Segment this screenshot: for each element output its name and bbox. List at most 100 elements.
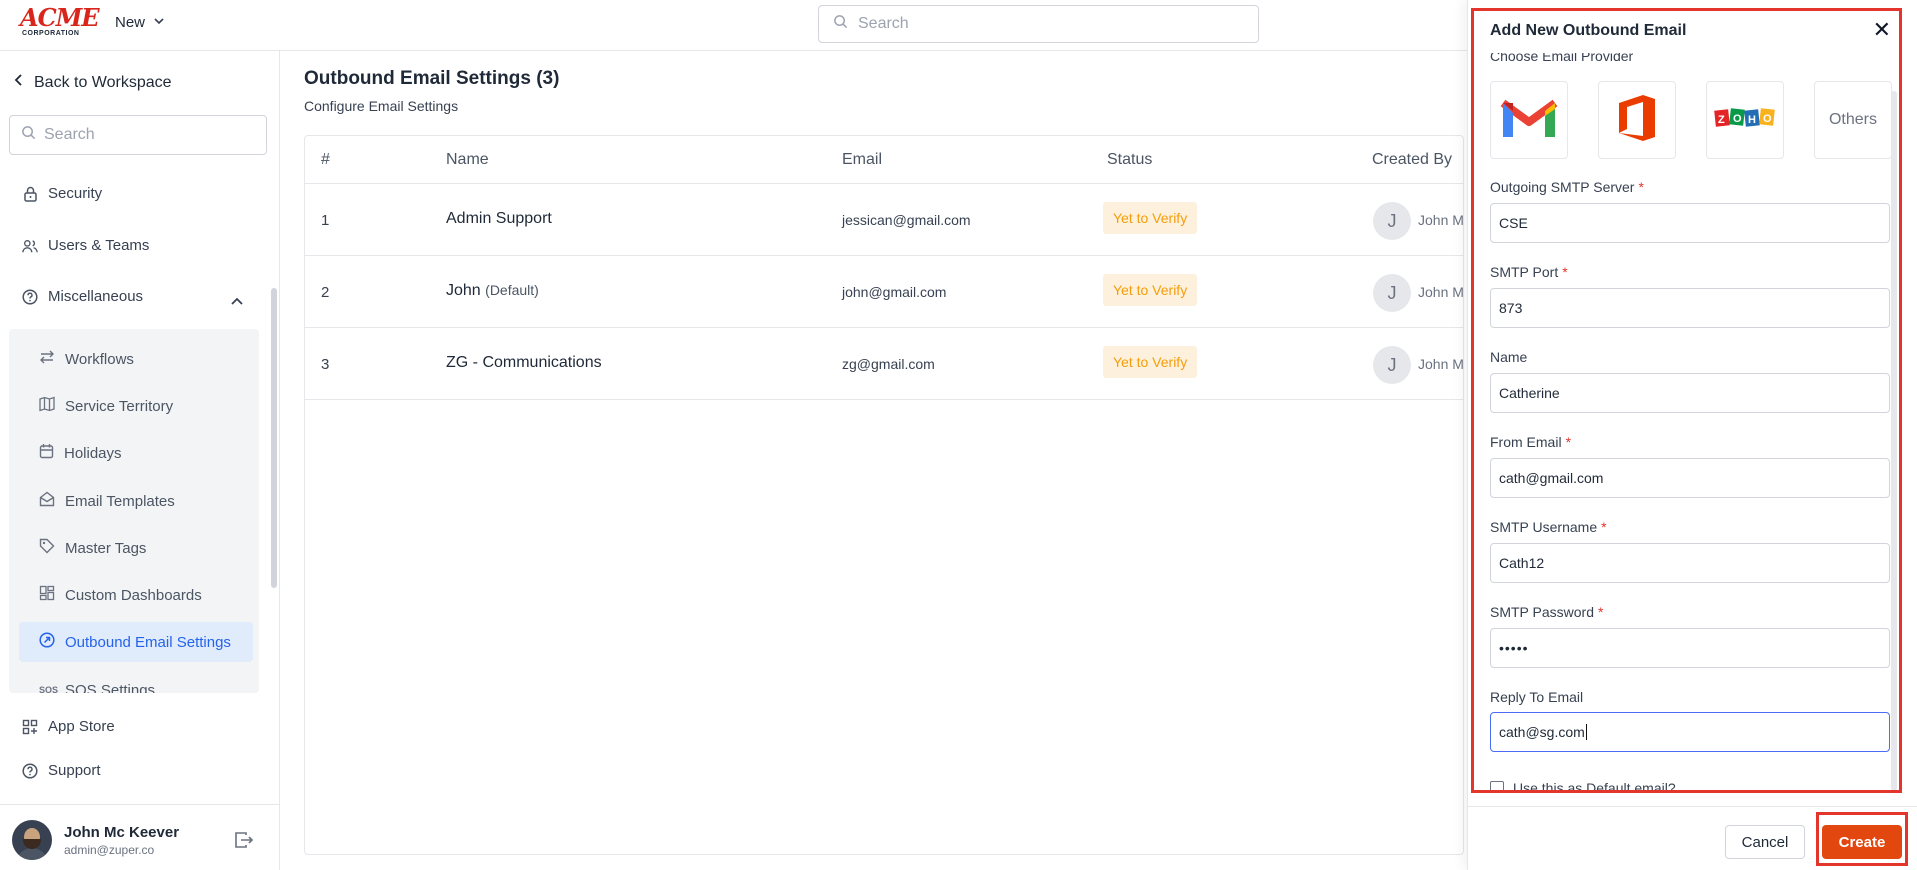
table-row[interactable]: 1 Admin Support jessican@gmail.com Yet t… — [305, 184, 1463, 256]
new-dropdown-button[interactable]: New — [115, 14, 165, 31]
svg-text:H: H — [1748, 114, 1756, 126]
map-icon — [39, 396, 55, 416]
new-label: New — [115, 14, 146, 31]
smtp-username-label: SMTP Username * — [1490, 519, 1607, 535]
column-header-name: Name — [446, 151, 489, 168]
smtp-username-field[interactable]: Cath12 — [1490, 543, 1890, 583]
sidebar-item-label: Custom Dashboards — [65, 586, 202, 604]
sidebar-item-label: Support — [48, 762, 101, 779]
back-to-workspace-link[interactable]: Back to Workspace — [14, 73, 172, 92]
drawer-title: Add New Outbound Email — [1490, 22, 1687, 39]
chevron-left-icon — [14, 73, 24, 92]
row-name: Admin Support — [446, 210, 552, 227]
row-number: 3 — [321, 356, 330, 373]
cancel-button[interactable]: Cancel — [1725, 825, 1805, 859]
mail-open-icon — [39, 491, 55, 511]
create-button-highlight: Create — [1816, 812, 1908, 866]
office-icon — [1615, 93, 1659, 147]
sidebar-item-outbound-email-settings[interactable]: Outbound Email Settings — [19, 622, 253, 662]
reply-to-field[interactable]: cath@sg.com — [1490, 712, 1890, 752]
sidebar-item-miscellaneous[interactable]: Miscellaneous — [22, 288, 143, 305]
reply-to-value: cath@sg.com — [1499, 724, 1585, 740]
column-header-email: Email — [842, 151, 883, 168]
table-row[interactable]: 3 ZG - Communications zg@gmail.com Yet t… — [305, 328, 1463, 400]
sidebar-item-label: Workflows — [65, 350, 134, 368]
sidebar-item-users-teams[interactable]: Users & Teams — [22, 237, 149, 254]
sidebar-item-workflows[interactable]: Workflows — [19, 339, 253, 379]
users-icon — [22, 238, 38, 254]
help-circle-icon — [22, 762, 38, 779]
svg-text:O: O — [1763, 113, 1772, 125]
sidebar-item-email-templates[interactable]: Email Templates — [19, 481, 253, 521]
column-header-created-by: Created By — [1372, 151, 1453, 168]
default-email-checkbox-row[interactable]: Use this as Default email? — [1490, 780, 1676, 790]
creator-avatar: J — [1373, 346, 1411, 384]
outbound-icon — [39, 632, 55, 652]
create-button[interactable]: Create — [1822, 825, 1902, 859]
sidebar-search-input[interactable]: Search — [9, 115, 267, 155]
gmail-icon — [1499, 95, 1559, 145]
sidebar-item-label: Master Tags — [65, 539, 147, 557]
chevron-down-icon — [153, 14, 165, 31]
page-title: Outbound Email Settings (3) — [304, 68, 560, 89]
column-header-number: # — [321, 151, 330, 168]
provider-office[interactable] — [1598, 81, 1676, 159]
from-email-label: From Email * — [1490, 434, 1572, 450]
creator-name: John Mc Keever — [1418, 356, 1463, 372]
text-caret — [1585, 724, 1587, 740]
creator-avatar: J — [1373, 274, 1411, 312]
sidebar-item-label: Holidays — [64, 444, 122, 462]
sidebar-item-label: SOS Settings — [65, 681, 156, 694]
sidebar-item-holidays[interactable]: Holidays — [19, 433, 253, 473]
smtp-port-label: SMTP Port * — [1490, 264, 1568, 280]
row-email: zg@gmail.com — [842, 356, 935, 372]
sidebar-item-service-territory[interactable]: Service Territory — [19, 386, 253, 426]
status-badge: Yet to Verify — [1103, 202, 1198, 234]
table-row[interactable]: 2 John (Default) john@gmail.com Yet to V… — [305, 256, 1463, 328]
sidebar-scrollbar[interactable] — [271, 288, 277, 588]
smtp-port-field[interactable]: 873 — [1490, 288, 1890, 328]
global-search-input[interactable]: Search — [818, 5, 1259, 43]
drawer-scrollbar[interactable] — [1891, 91, 1897, 790]
chevron-up-icon[interactable] — [230, 293, 244, 310]
global-search-placeholder: Search — [858, 15, 909, 32]
logo-text: ACME — [20, 3, 100, 32]
sidebar-item-app-store[interactable]: App Store — [22, 718, 115, 735]
sidebar-item-custom-dashboards[interactable]: Custom Dashboards — [19, 575, 253, 615]
sidebar-item-label: Users & Teams — [48, 237, 150, 254]
from-email-field[interactable]: cath@gmail.com — [1490, 458, 1890, 498]
calendar-icon — [39, 443, 54, 463]
miscellaneous-submenu: Workflows Service Territory Holidays Ema… — [9, 329, 259, 693]
status-badge: Yet to Verify — [1103, 274, 1198, 306]
add-outbound-email-drawer: Add New Outbound Email ✕ Choose Email Pr… — [1467, 0, 1917, 870]
acme-logo[interactable]: ACME CORPORATION — [20, 3, 100, 40]
sidebar-item-security[interactable]: Security — [22, 185, 102, 202]
close-icon[interactable]: ✕ — [1873, 19, 1891, 41]
sidebar-item-master-tags[interactable]: Master Tags — [19, 528, 253, 568]
smtp-server-label: Outgoing SMTP Server * — [1490, 179, 1644, 195]
smtp-password-field[interactable]: ••••• — [1490, 628, 1890, 668]
default-email-checkbox[interactable] — [1490, 781, 1504, 790]
name-label: Name — [1490, 349, 1528, 365]
outbound-email-table: # Name Email Status Created By 1 Admin S… — [304, 135, 1464, 855]
column-header-status: Status — [1107, 151, 1153, 168]
row-name: ZG - Communications — [446, 354, 602, 371]
name-field[interactable]: Catherine — [1490, 373, 1890, 413]
sidebar-item-support[interactable]: Support — [22, 762, 101, 779]
user-email: admin@zuper.co — [64, 843, 155, 857]
row-number: 1 — [321, 212, 330, 229]
table-header: # Name Email Status Created By — [305, 136, 1463, 184]
svg-text:O: O — [1733, 113, 1742, 125]
creator-name: John Mc Keever — [1418, 284, 1463, 300]
user-name: John Mc Keever — [64, 824, 180, 841]
sidebar-item-sos-settings[interactable]: SOS SOS Settings — [19, 670, 253, 694]
avatar[interactable] — [12, 820, 52, 860]
others-label: Others — [1828, 111, 1877, 128]
svg-text:Z: Z — [1718, 114, 1725, 126]
smtp-server-field[interactable]: CSE — [1490, 203, 1890, 243]
logout-icon[interactable] — [234, 831, 254, 853]
search-icon — [21, 125, 36, 145]
provider-zoho[interactable]: Z O H O — [1706, 81, 1784, 159]
provider-others[interactable]: Others — [1814, 81, 1892, 159]
provider-gmail[interactable] — [1490, 81, 1568, 159]
